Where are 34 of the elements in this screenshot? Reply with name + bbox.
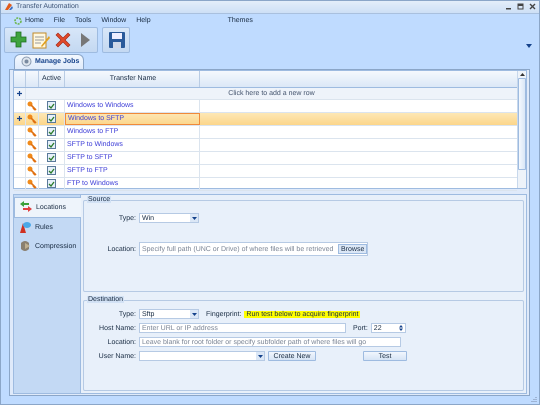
- home-icon: [14, 16, 22, 25]
- checkbox[interactable]: [47, 127, 56, 136]
- dropdown-field[interactable]: [139, 351, 265, 362]
- add-icon: [9, 30, 29, 50]
- scroll-thumb[interactable]: [518, 78, 526, 170]
- checkbox[interactable]: [47, 114, 56, 124]
- key-icon: [27, 140, 37, 150]
- scrollbar[interactable]: [517, 70, 526, 188]
- maximize-icon[interactable]: [517, 3, 524, 10]
- close-icon[interactable]: [529, 3, 536, 10]
- row-indicator-icon: [17, 116, 22, 122]
- app-icon: [4, 2, 13, 12]
- checkbox[interactable]: [47, 179, 56, 188]
- save-icon: [107, 30, 127, 50]
- key-icon: [27, 166, 37, 176]
- key-icon: [27, 178, 37, 189]
- key-icon: [27, 152, 37, 163]
- checkbox[interactable]: [47, 140, 56, 150]
- cone-icon: [18, 220, 32, 234]
- key-icon: [27, 100, 37, 111]
- arrows-icon: [19, 200, 33, 214]
- checkbox[interactable]: [47, 101, 56, 110]
- checkbox[interactable]: [47, 153, 56, 162]
- edit-icon: [31, 30, 51, 50]
- dropdown-arrow-icon: [192, 216, 196, 220]
- key-icon: [27, 126, 37, 137]
- dropdown-arrow-icon: [258, 354, 262, 358]
- resize-grip-icon: [531, 396, 537, 402]
- checkbox[interactable]: [47, 166, 56, 176]
- dropdown-arrow-icon: [192, 312, 196, 316]
- spin-arrows-icon[interactable]: [398, 325, 403, 332]
- key-icon: [27, 114, 37, 124]
- dropdown-caret-icon[interactable]: [526, 44, 532, 48]
- new-row-icon: [17, 90, 22, 96]
